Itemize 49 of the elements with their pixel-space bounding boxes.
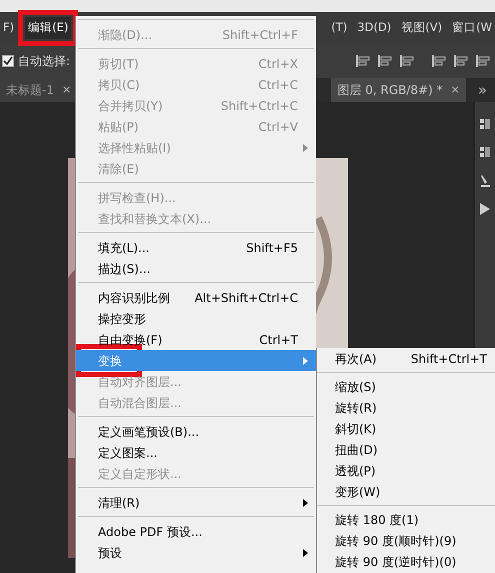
submenu-arrow-icon [303,549,308,557]
menu-item[interactable]: 清理(R) [76,492,316,513]
menu-item[interactable]: 旋转 90 度(顺时针)(9) [317,530,495,551]
play-icon[interactable] [479,202,491,216]
align-icon[interactable] [453,54,469,68]
menu-bar-item[interactable]: 视图(V) [398,17,446,39]
menu-item[interactable]: 旋转(R) [317,397,495,418]
menu-item[interactable]: 填充(L)... Shift+F5 [76,237,316,258]
menu-item[interactable]: 自由变换(F) Ctrl+T [76,329,316,350]
submenu-arrow-icon [303,144,308,152]
menu-bar-item[interactable]: 编辑(E) [25,17,72,39]
submenu-arrow-icon [303,499,308,507]
menu-item[interactable]: 再次(A) Shift+Ctrl+T [317,348,495,369]
align-icon[interactable] [431,54,447,68]
menu-item[interactable]: 扭曲(D) [317,439,495,460]
close-icon[interactable]: × [62,82,72,98]
document-tab[interactable]: 未标题-1 × [0,78,78,102]
menu-bar-item[interactable]: 3D(D) [354,17,394,39]
close-icon[interactable]: × [450,82,460,98]
submenu-arrow-icon [303,357,308,365]
menu-bar-item[interactable]: (T) [328,17,350,39]
auto-select-checkbox[interactable] [2,55,14,67]
menu-bar-item[interactable]: 窗口(W [449,17,495,39]
document-tab[interactable]: 图层 0, RGB/8#) * × [331,78,466,102]
menu-bar-item[interactable]: F) [0,17,18,39]
menu-item[interactable]: 缩放(S) [317,376,495,397]
menu-item[interactable]: 旋转 90 度(逆时针)(0) [317,551,495,572]
panel-icon[interactable] [479,146,491,160]
tabs-overflow-button[interactable]: » [478,78,487,102]
menu-item[interactable]: 斜切(K) [317,418,495,439]
align-icon[interactable] [475,54,491,68]
menu-item[interactable]: Adobe PDF 预设... [76,521,316,542]
menu-item[interactable]: 描边(S)... [76,258,316,279]
menu-item[interactable]: 定义图案... [76,442,316,463]
align-icon[interactable] [399,54,415,68]
menu-item[interactable]: 操控变形 [76,308,316,329]
menu-item[interactable]: 变形(W) [317,481,495,502]
align-icon[interactable] [355,54,371,68]
brush-icon[interactable] [479,174,491,188]
menu-item[interactable]: 内容识别比例 Alt+Shift+Ctrl+C [76,287,316,308]
auto-select-label: 自动选择: [18,53,70,70]
menu-item[interactable]: 定义画笔预设(B)... [76,421,316,442]
tab-title: 图层 0, RGB/8#) * [337,82,443,99]
align-icon[interactable] [377,54,393,68]
panel-icon[interactable] [479,118,491,132]
menu-item[interactable]: 旋转 180 度(1) [317,509,495,530]
tab-title: 未标题-1 [6,82,54,99]
menu-item[interactable]: 透视(P) [317,460,495,481]
menu-item[interactable]: 预设 [76,542,316,563]
